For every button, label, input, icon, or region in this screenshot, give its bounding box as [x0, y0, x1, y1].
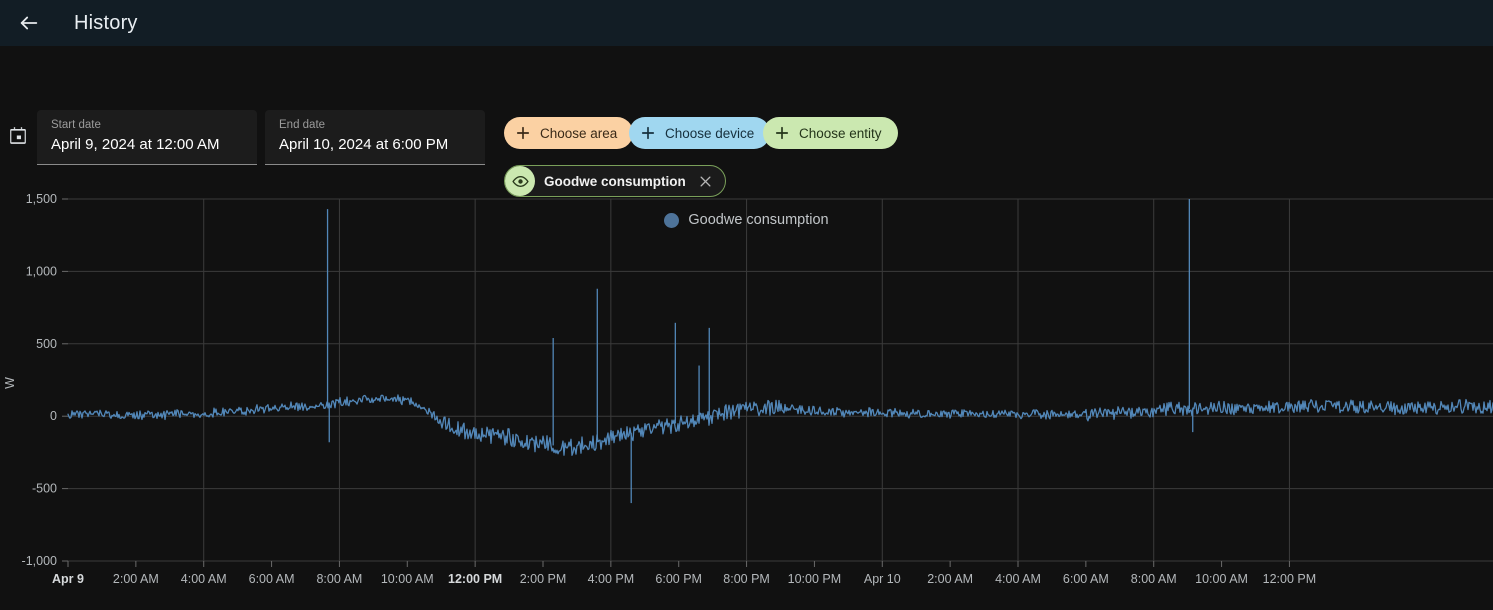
y-axis-tick-label: 1,500 [26, 192, 57, 206]
x-axis-tick-label: 2:00 AM [113, 572, 159, 586]
x-axis-tick-label: 8:00 AM [1131, 572, 1177, 586]
chart-series [67, 199, 1493, 504]
page-title: History [74, 11, 138, 34]
start-date-label: Start date [51, 119, 101, 131]
x-axis-tick-label: 10:00 PM [788, 572, 842, 586]
y-axis-tick-label: -1,000 [22, 554, 57, 568]
close-icon[interactable] [698, 174, 713, 189]
choose-device-label: Choose device [665, 125, 755, 141]
selected-entity-label: Goodwe consumption [544, 173, 686, 189]
end-date-label: End date [279, 119, 326, 131]
x-axis-tick-label: 10:00 AM [1195, 572, 1248, 586]
filter-toolbar: Start date April 9, 2024 at 12:00 AM End… [0, 46, 1493, 228]
x-axis-tick-label: 12:00 PM [1263, 572, 1317, 586]
chart-x-axis: Apr 9 2:00 AM 4:00 AM 6:00 AM 8:00 AM 10:00 A… [52, 572, 1316, 586]
calendar-icon [8, 126, 28, 146]
end-date-value: April 10, 2024 at 6:00 PM [279, 136, 449, 153]
y-axis-tick-label: 0 [50, 409, 57, 423]
chart-y-axis: 1,500 1,000 500 0 -500 -1,000 [22, 192, 58, 568]
chart-canvas: 1,500 1,000 500 0 -500 -1,000 Apr 9 2:00 AM 4:0… [3, 192, 1493, 586]
x-axis-tick-label: Apr 9 [52, 572, 84, 586]
arrow-left-icon [18, 12, 40, 34]
start-date-value: April 9, 2024 at 12:00 AM [51, 136, 220, 153]
plus-icon [773, 124, 791, 142]
x-axis-tick-label: 12:00 PM [448, 572, 502, 586]
history-chart[interactable]: 1,500 1,000 500 0 -500 -1,000 Apr 9 2:00 AM 4:0… [0, 190, 1493, 590]
x-axis-tick-label: 2:00 PM [520, 572, 567, 586]
plus-icon [514, 124, 532, 142]
choose-area-label: Choose area [540, 125, 618, 141]
x-axis-tick-label: 10:00 AM [381, 572, 434, 586]
choose-entity-chip[interactable]: Choose entity [763, 117, 898, 149]
x-axis-tick-label: Apr 10 [864, 572, 901, 586]
x-axis-tick-label: 6:00 PM [655, 572, 702, 586]
app-bar: History [0, 0, 1493, 46]
x-axis-tick-label: 2:00 AM [927, 572, 973, 586]
back-button[interactable] [12, 6, 46, 40]
x-axis-tick-label: 4:00 AM [995, 572, 1041, 586]
y-axis-tick-label: 1,000 [26, 264, 57, 278]
y-axis-tick-label: -500 [32, 482, 57, 496]
x-axis-tick-label: 6:00 AM [249, 572, 295, 586]
end-date-field[interactable]: End date April 10, 2024 at 6:00 PM [265, 110, 485, 165]
x-axis-tick-label: 6:00 AM [1063, 572, 1109, 586]
x-axis-tick-label: 8:00 AM [316, 572, 362, 586]
chart-y-axis-title: W [3, 377, 17, 389]
choose-device-chip[interactable]: Choose device [629, 117, 771, 149]
choose-entity-label: Choose entity [799, 125, 882, 141]
x-axis-tick-label: 4:00 AM [181, 572, 227, 586]
x-axis-tick-label: 4:00 PM [588, 572, 635, 586]
plus-icon [639, 124, 657, 142]
y-axis-tick-label: 500 [36, 337, 57, 351]
choose-area-chip[interactable]: Choose area [504, 117, 634, 149]
x-axis-tick-label: 8:00 PM [723, 572, 770, 586]
chart-gridlines [62, 198, 1493, 567]
start-date-field[interactable]: Start date April 9, 2024 at 12:00 AM [37, 110, 257, 165]
